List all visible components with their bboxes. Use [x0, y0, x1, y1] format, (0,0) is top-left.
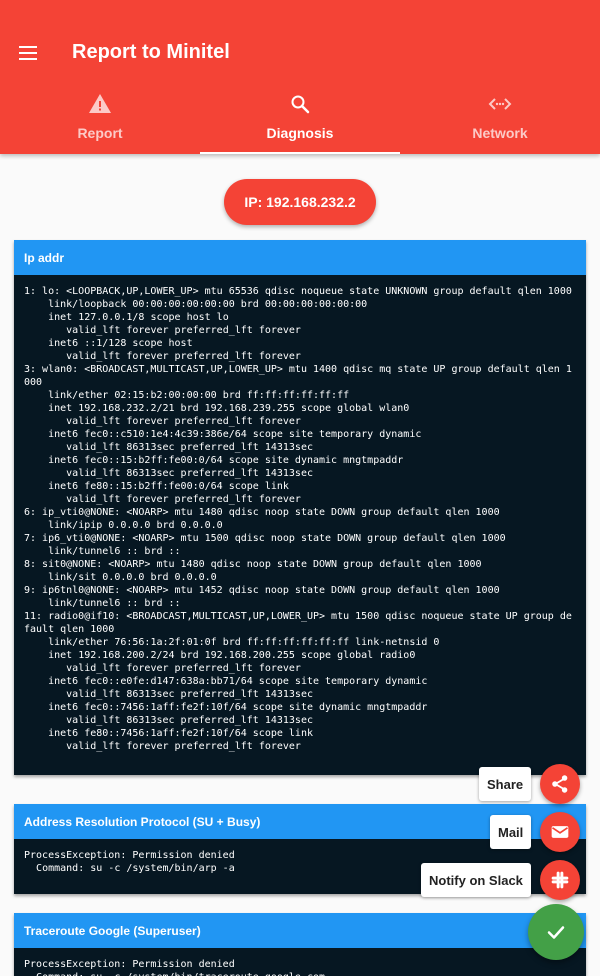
tab-network[interactable]: Network: [400, 86, 600, 154]
ip-address-button[interactable]: IP: 192.168.232.2: [224, 179, 376, 225]
ip-addr-card: Ip addr 1: lo: <LOOPBACK,UP,LOWER_UP> mt…: [14, 240, 586, 775]
confirm-fab-button[interactable]: [528, 904, 584, 960]
check-icon: [547, 926, 565, 939]
tab-diagnosis[interactable]: Diagnosis: [200, 86, 400, 154]
card-title: Traceroute Google (Superuser): [14, 913, 586, 948]
card-title: Ip addr: [14, 240, 586, 275]
menu-icon[interactable]: [12, 37, 44, 69]
slack-button[interactable]: [540, 860, 580, 900]
app-bar: Report to Minitel Report Diagnosis Netwo…: [0, 0, 600, 154]
page-title: Report to Minitel: [72, 41, 230, 63]
tab-network-label: Network: [472, 125, 528, 141]
tab-report-label: Report: [77, 125, 123, 141]
share-label[interactable]: Share: [479, 767, 532, 801]
search-icon: [291, 95, 310, 114]
tab-bar: Report Diagnosis Network: [0, 86, 600, 154]
mail-icon: [551, 826, 569, 838]
terminal-output: ProcessException: Permission denied Comm…: [14, 948, 586, 976]
slack-icon: [551, 871, 569, 889]
tab-diagnosis-label: Diagnosis: [266, 125, 334, 141]
share-button[interactable]: [540, 764, 580, 804]
slack-label[interactable]: Notify on Slack: [421, 863, 531, 897]
terminal-output: 1: lo: <LOOPBACK,UP,LOWER_UP> mtu 65536 …: [14, 275, 586, 775]
code-icon: [488, 98, 512, 110]
tab-report[interactable]: Report: [0, 86, 200, 154]
share-icon: [552, 775, 568, 793]
mail-button[interactable]: [540, 812, 580, 852]
mail-label[interactable]: Mail: [490, 815, 532, 849]
warning-icon: [89, 94, 111, 113]
tab-indicator: [200, 152, 400, 154]
traceroute-card: Traceroute Google (Superuser) ProcessExc…: [14, 913, 586, 976]
